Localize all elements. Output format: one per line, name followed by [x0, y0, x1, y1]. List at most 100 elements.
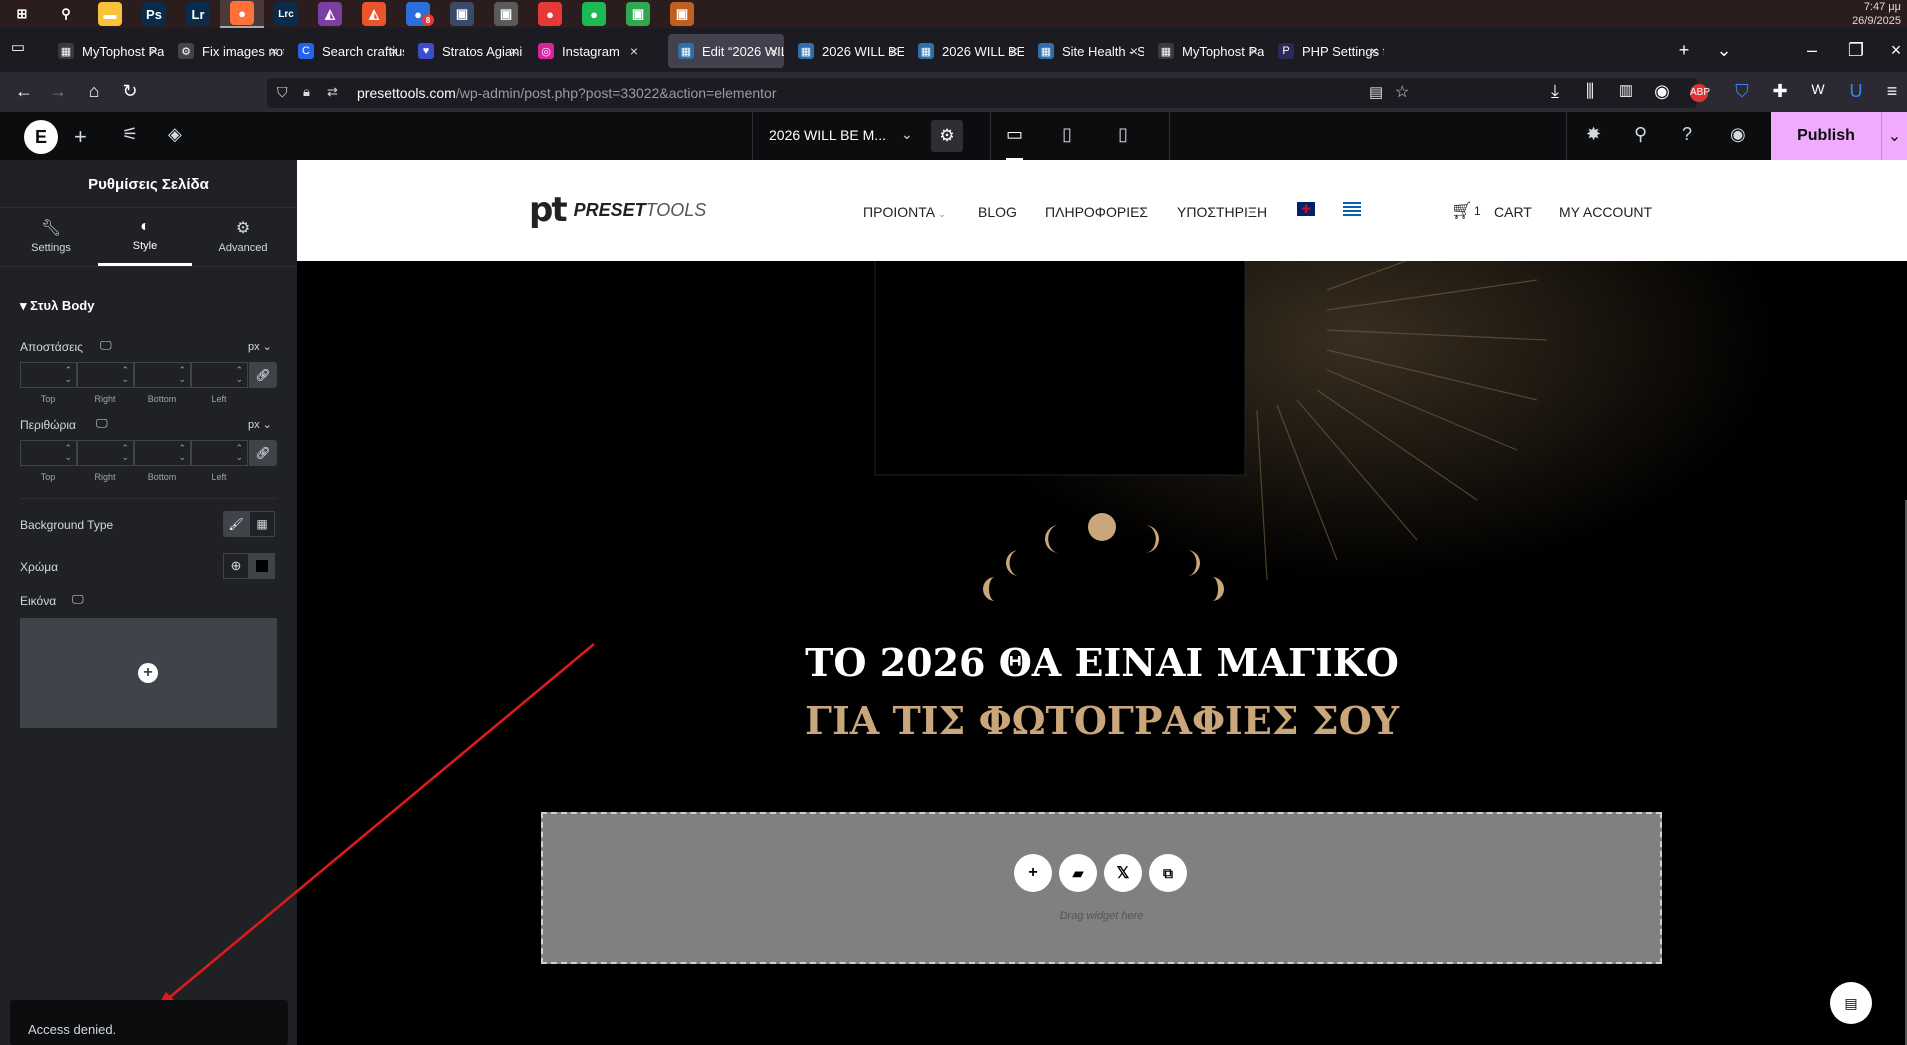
wappalyzer-icon[interactable]: W — [1806, 81, 1830, 97]
tab-settings[interactable]: 🔧︎ Settings — [4, 218, 98, 254]
url-bar[interactable]: ⛉ 🔒︎ ⇄ presettools.com/wp-admin/post.php… — [267, 78, 1697, 108]
responsive-desktop-icon[interactable]: 🖵︎ — [96, 416, 108, 431]
close-tab-icon[interactable]: × — [630, 43, 638, 59]
browser-tab[interactable]: ♥Stratos Agiani Ca× — [408, 34, 524, 68]
dimension-input[interactable]: ⌃ ⌄ — [191, 362, 248, 388]
add-section-icon[interactable]: + — [1014, 854, 1052, 892]
globe-icon[interactable]: ⊕ — [223, 553, 249, 579]
taskbar-file-explorer-icon[interactable]: ▬ — [88, 0, 132, 28]
taskbar-app-13-icon[interactable]: ● — [528, 0, 572, 28]
permissions-icon[interactable]: ⇄ — [327, 84, 338, 100]
structure-icon[interactable]: ◈ — [168, 124, 182, 145]
browser-tab[interactable]: ⚙Fix images not sh× — [168, 34, 284, 68]
reader-view-icon[interactable]: ▤ — [1369, 83, 1383, 101]
dimension-input[interactable]: ⌃ ⌄ — [191, 440, 248, 466]
browser-tab[interactable]: ▦Edit “2026 WILL B× — [668, 34, 784, 68]
elementor-logo-icon[interactable]: E — [24, 120, 58, 154]
back-icon[interactable]: ← — [12, 81, 36, 102]
taskbar-lightroom-classic-icon[interactable]: Lrc — [264, 0, 308, 28]
url-text[interactable]: presettools.com/wp-admin/post.php?post=3… — [357, 85, 777, 101]
extension-badge-icon[interactable]: ⛉ — [1730, 81, 1754, 102]
browser-tab[interactable]: PPHP Settings for× — [1268, 34, 1384, 68]
browser-tab[interactable]: ▦2026 WILL BE MA× — [908, 34, 1024, 68]
dimension-input[interactable]: ⌃ ⌄ — [134, 362, 191, 388]
tab-list-icon[interactable]: ▭ — [6, 38, 30, 56]
responsive-desktop-icon[interactable]: 🖵︎ — [72, 592, 84, 607]
close-tab-icon[interactable]: × — [1010, 43, 1018, 59]
site-settings-icon[interactable]: ⚟ — [122, 124, 138, 145]
library-icon[interactable]: ⫼ — [1578, 81, 1602, 102]
document-title-dropdown[interactable]: 2026 WILL BE M... ⌄ ⚙ — [752, 112, 970, 160]
notifications-icon[interactable]: ✸ — [1586, 124, 1601, 145]
close-window-icon[interactable]: × — [1884, 40, 1907, 61]
account-icon[interactable]: ◉ — [1650, 81, 1674, 102]
link-values-icon[interactable]: 🔗︎ — [249, 440, 277, 466]
close-tab-icon[interactable]: × — [770, 43, 778, 59]
close-tab-icon[interactable]: × — [1370, 43, 1378, 59]
add-image-icon[interactable]: + — [138, 663, 158, 683]
browser-tab[interactable]: ▦2026 WILL BE MA× — [788, 34, 904, 68]
help-icon[interactable]: ? — [1682, 124, 1692, 145]
restore-icon[interactable]: ❐ — [1844, 40, 1868, 61]
taskbar-app-15-icon[interactable]: ▣ — [616, 0, 660, 28]
stepper-icon[interactable]: ⌃ ⌄ — [121, 444, 129, 462]
stepper-icon[interactable]: ⌃ ⌄ — [121, 366, 129, 384]
close-tab-icon[interactable]: × — [390, 43, 398, 59]
preview-icon[interactable]: ◉ — [1730, 124, 1746, 145]
gradient-icon[interactable]: ▦ — [249, 511, 275, 537]
image-picker[interactable]: + — [20, 618, 277, 728]
taskbar-app-16-icon[interactable]: ▣ — [660, 0, 704, 28]
menu-item-products[interactable]: ΠΡΟΙΟΝΤΑ ⌄ — [863, 204, 946, 220]
stepper-icon[interactable]: ⌃ ⌄ — [235, 366, 243, 384]
dimension-input[interactable]: ⌃ ⌄ — [77, 362, 134, 388]
taskbar-app-11-icon[interactable]: ▣ — [440, 0, 484, 28]
navigator-icon[interactable]: ▤ — [1830, 982, 1872, 1024]
cart-icon[interactable]: 🛒︎ — [1451, 201, 1473, 221]
stepper-icon[interactable]: ⌃ ⌄ — [178, 366, 186, 384]
stepper-icon[interactable]: ⌃ ⌄ — [64, 444, 72, 462]
my-account-link[interactable]: MY ACCOUNT — [1559, 204, 1652, 220]
new-tab-icon[interactable]: + — [1672, 40, 1696, 61]
close-tab-icon[interactable]: × — [1130, 43, 1138, 59]
template-library-icon[interactable]: ▰ — [1059, 854, 1097, 892]
close-tab-icon[interactable]: × — [510, 43, 518, 59]
extensions-icon[interactable]: ✚ — [1768, 81, 1792, 102]
taskbar-app-12-icon[interactable]: ▣ — [484, 0, 528, 28]
page-settings-icon[interactable]: ⚙ — [931, 120, 963, 152]
responsive-desktop-icon[interactable]: 🖵︎ — [100, 338, 112, 353]
tab-style[interactable]: ◐ Style — [98, 218, 192, 266]
browser-tab[interactable]: ▦MyTophost Panel× — [1148, 34, 1264, 68]
site-logo[interactable]: pt PRESET TOOLS — [529, 190, 706, 230]
dimension-input[interactable]: ⌃ ⌄ — [20, 362, 77, 388]
taskbar-firefox-icon[interactable]: ● — [220, 0, 264, 28]
section-toggle[interactable]: ▾ Στυλ Body — [20, 298, 94, 314]
mobile-view-icon[interactable]: ▯ — [1118, 124, 1128, 145]
search-icon[interactable]: ⚲ — [1634, 124, 1647, 145]
magnet-icon[interactable]: U — [1844, 81, 1868, 102]
taskbar-spotify-icon[interactable]: ● — [572, 0, 616, 28]
dimension-input[interactable]: ⌃ ⌄ — [134, 440, 191, 466]
uk-flag-icon[interactable]: ✚ — [1297, 202, 1315, 216]
menu-item-support[interactable]: ΥΠΟΣΤΗΡΙΞΗ — [1177, 204, 1267, 220]
taskbar-affinity-publisher-icon[interactable]: ◭ — [352, 0, 396, 28]
dimension-input[interactable]: ⌃ ⌄ — [20, 440, 77, 466]
system-clock[interactable]: 7:47 μμ 26/9/2025 — [1852, 0, 1901, 28]
stepper-icon[interactable]: ⌃ ⌄ — [235, 444, 243, 462]
browser-tab[interactable]: ▦MyTophost Panel× — [48, 34, 164, 68]
lock-icon[interactable]: 🔒︎ — [303, 84, 310, 100]
minimize-icon[interactable]: – — [1800, 40, 1824, 61]
taskbar-photoshop-icon[interactable]: Ps — [132, 0, 176, 28]
menu-icon[interactable]: ≡ — [1880, 81, 1904, 102]
publish-button[interactable]: Publish — [1771, 112, 1881, 160]
brush-icon[interactable]: 🖌︎ — [223, 511, 249, 537]
close-tab-icon[interactable]: × — [890, 43, 898, 59]
close-tab-icon[interactable]: × — [1250, 43, 1258, 59]
stepper-icon[interactable]: ⌃ ⌄ — [64, 366, 72, 384]
taskbar-search-icon[interactable]: ⚲ — [44, 0, 88, 28]
margin-unit-select[interactable]: px ⌄ — [248, 418, 272, 431]
menu-item-blog[interactable]: BLOG — [978, 204, 1017, 220]
cart-link[interactable]: CART — [1494, 204, 1532, 220]
browser-tab[interactable]: ◎ Instagram × — [528, 34, 644, 68]
tablet-view-icon[interactable]: ▯ — [1062, 124, 1072, 145]
greek-flag-icon[interactable] — [1343, 202, 1361, 216]
